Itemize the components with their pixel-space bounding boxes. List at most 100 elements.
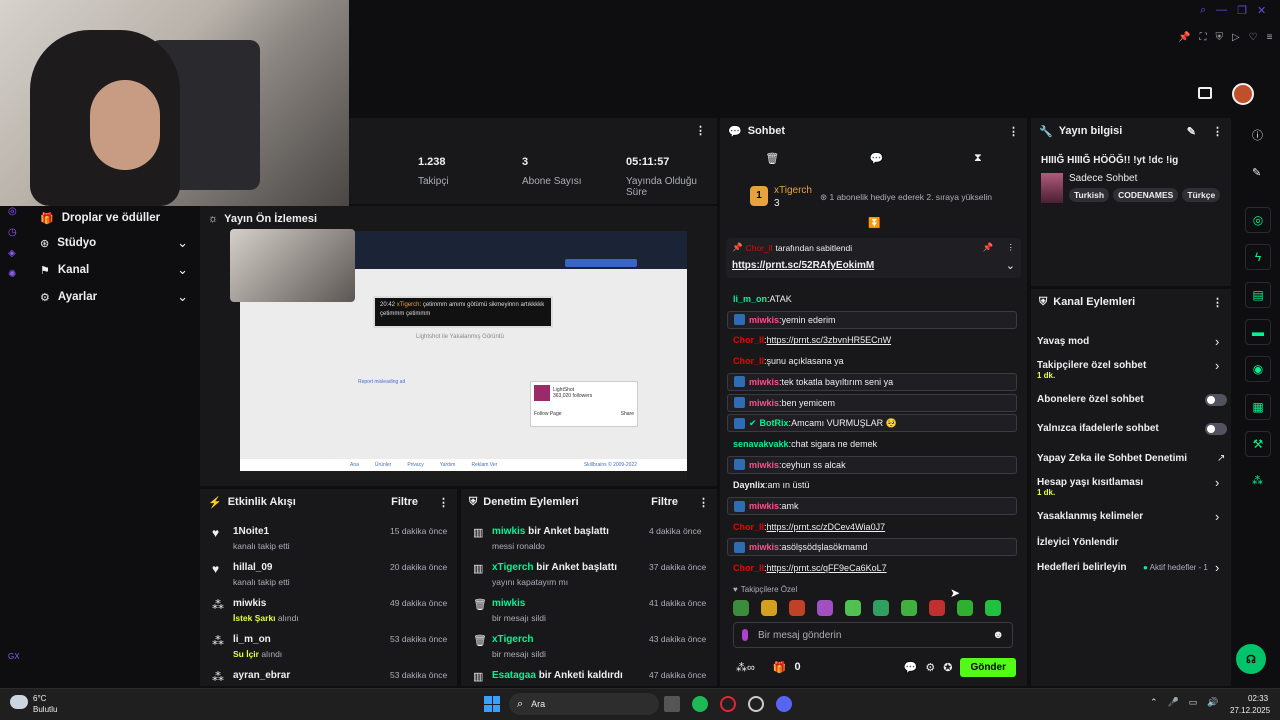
channel-action-item[interactable]: Takipçilere özel sohbet 1 dk. › [1037, 358, 1227, 382]
chat-message[interactable]: miwkis: tek tokatla bayıltırım seni ya [727, 372, 1017, 391]
broadcast-icon[interactable]: ◉ [1245, 356, 1271, 382]
weather-temp[interactable]: 6°C [33, 694, 46, 703]
channel-action-item[interactable]: İzleyici Yönlendir [1037, 537, 1227, 559]
send-button[interactable]: Gönder [960, 657, 1016, 677]
chat-message[interactable]: Daynlix: am ın üstü [727, 476, 1017, 494]
emote[interactable] [957, 600, 973, 616]
taskbar-search[interactable]: ⌕ Ara [509, 693, 659, 715]
info-icon[interactable]: ⓘ [1252, 127, 1263, 143]
chat-username[interactable]: Chor_ll [733, 335, 764, 345]
archive-icon[interactable]: ▦ [1245, 394, 1271, 420]
more-icon[interactable]: ⋮ [1008, 125, 1019, 138]
emote[interactable] [901, 600, 917, 616]
chat-username[interactable]: miwkis [749, 398, 779, 408]
chat-username[interactable]: BotRix [760, 418, 789, 428]
chat-input[interactable]: Bir mesaj gönderin ☻ [733, 622, 1013, 648]
steam-icon[interactable] [748, 696, 764, 712]
sidebar-item-channel[interactable]: ⚑ Kanal ⌄ [40, 261, 188, 279]
emote[interactable] [761, 600, 777, 616]
activity-item[interactable]: ♥ hillal_09 20 dakika önce kanalı takip ett… [200, 558, 457, 592]
filter-button[interactable]: Filtre [391, 496, 418, 508]
chat-username[interactable]: miwkis [749, 377, 779, 387]
taskbar-time[interactable]: 02:33 [1248, 694, 1268, 703]
chat-message[interactable]: senavakvakk: chat sigara ne demek [727, 435, 1017, 453]
gear-icon[interactable]: ⚙ [925, 661, 935, 674]
support-button[interactable]: ☊ [1236, 644, 1266, 674]
chat-message[interactable]: miwkis: yemin ederim [727, 310, 1017, 329]
bolt-icon[interactable]: ϟ [1245, 244, 1271, 270]
tag[interactable]: CODENAMES [1113, 188, 1179, 202]
chat-message[interactable]: Chor_ll: şunu açıklasana ya [727, 352, 1017, 370]
pin-icon[interactable]: 📌 [1178, 32, 1190, 43]
trash-icon[interactable]: 🗑 [765, 152, 779, 165]
chat-message[interactable]: Chor_ll: https://prnt.sc/3zbvnHR5ECnW [727, 331, 1017, 349]
chat-message[interactable]: ✔ BotRix: Amcamı VURMUŞLAR 🥺 [727, 414, 1017, 433]
emote[interactable] [929, 600, 945, 616]
sidebar-item-settings[interactable]: ⚙ Ayarlar ⌄ [40, 288, 188, 306]
more-icon[interactable]: ⋮ [1212, 125, 1223, 138]
speaker-icon[interactable]: 🔊 [1207, 697, 1218, 708]
chat-username[interactable]: Daynlix [733, 480, 765, 490]
mod-action-item[interactable]: ▥ miwkis bir Anket başlattı 4 dakika önce m… [461, 522, 717, 556]
minimize-icon[interactable]: — [1216, 4, 1227, 20]
avatar[interactable] [1232, 83, 1254, 105]
mod-action-item[interactable]: 🗑 xTigerch 43 dakika önce bir mesajı sildi [461, 630, 717, 664]
points-icon[interactable]: ⁂ [1252, 474, 1263, 487]
mod-action-item[interactable]: ▥ xTigerch bir Anket başlattı 37 dakika ön… [461, 558, 717, 592]
activity-item[interactable]: ⁂ miwkis 49 dakika önce İstek Şarkı alındı [200, 594, 457, 628]
more-icon[interactable]: ⋮ [695, 124, 706, 137]
chat-username[interactable]: li_m_on [733, 294, 767, 304]
spotify-icon[interactable] [692, 696, 708, 712]
points-icon[interactable]: ⁂∞ [736, 661, 755, 674]
chat-message[interactable]: li_m_on: ATAK [727, 290, 1017, 308]
sidebar-item-studio[interactable]: ⊛ Stüdyo ⌄ [40, 234, 188, 252]
gear-icon[interactable]: ✺ [8, 269, 20, 280]
channel-action-item[interactable]: Abonelere özel sohbet [1037, 394, 1227, 416]
more-icon[interactable]: ⋮ [438, 496, 449, 509]
emote[interactable] [789, 600, 805, 616]
badge-settings-icon[interactable]: ✪ [943, 661, 952, 674]
rail-icon-1[interactable]: ◎ [8, 206, 20, 217]
weather-desc[interactable]: Bulutlu [33, 705, 57, 714]
rail-icon-2[interactable]: ◷ [8, 227, 20, 238]
search-icon[interactable]: ⌕ [1200, 4, 1206, 20]
emoji-icon[interactable]: ☻ [992, 629, 1004, 641]
edit-icon[interactable]: ✎ [1252, 166, 1261, 179]
toggle-switch[interactable] [1205, 394, 1227, 406]
channel-action-item[interactable]: Yapay Zeka ile Sohbet Denetimi ↗ [1037, 453, 1227, 475]
more-icon[interactable]: ⋮ [1212, 296, 1223, 309]
play-icon[interactable]: ▷ [1232, 32, 1240, 43]
edit-icon[interactable]: ✎ [1187, 125, 1196, 138]
unpin-icon[interactable]: 📌 [983, 242, 994, 253]
tag[interactable]: Turkish [1069, 188, 1110, 202]
activity-item[interactable]: ♥ 1Noite1 15 dakika önce kanalı takip etti [200, 522, 457, 556]
theatre-icon[interactable] [1198, 87, 1212, 99]
gift-icon[interactable]: 🎁 [773, 661, 787, 674]
chat-bubble-icon[interactable]: 💬 [904, 661, 918, 674]
target-icon[interactable]: ◎ [1245, 207, 1271, 233]
activity-item[interactable]: ⁂ li_m_on 53 dakika önce Su İçir alındı [200, 630, 457, 664]
monitor-icon[interactable]: ▭ [1189, 697, 1198, 708]
emote[interactable] [817, 600, 833, 616]
channel-action-item[interactable]: Yalnızca ifadelerle sohbet [1037, 423, 1227, 445]
chat-message[interactable]: Chor_ll: https://prnt.sc/qFF9eCa6KoL7 [727, 559, 1017, 577]
emote[interactable] [845, 600, 861, 616]
opera-gx-icon[interactable] [720, 696, 736, 712]
screenshot-icon[interactable]: ⛶ [1199, 32, 1206, 43]
chat-link[interactable]: https://prnt.sc/qFF9eCa6KoL7 [767, 563, 887, 573]
channel-action-item[interactable]: Hesap yaşı kısıtlaması 1 dk. › [1037, 475, 1227, 499]
emote[interactable] [733, 600, 749, 616]
discord-icon[interactable] [776, 696, 792, 712]
chat-username[interactable]: Chor_ll [733, 563, 764, 573]
sidebar-item-drops[interactable]: 🎁 Droplar ve ödüller [40, 209, 190, 227]
heart-icon[interactable]: ♡ [1249, 32, 1258, 43]
chat-link[interactable]: https://prnt.sc/3zbvnHR5ECnW [767, 335, 892, 345]
chat-message[interactable]: miwkis: ben yemicem [727, 393, 1017, 412]
hourglass-icon[interactable]: ⧗ [974, 152, 982, 165]
more-icon[interactable]: ⋮ [1007, 242, 1016, 253]
chat-username[interactable]: miwkis [749, 460, 779, 470]
chat-username[interactable]: miwkis [749, 542, 779, 552]
chat-message[interactable]: miwkis: amk [727, 497, 1017, 515]
chat-bubble-icon[interactable]: 💬 [870, 152, 884, 165]
rail-icon-3[interactable]: ◈ [8, 248, 20, 259]
